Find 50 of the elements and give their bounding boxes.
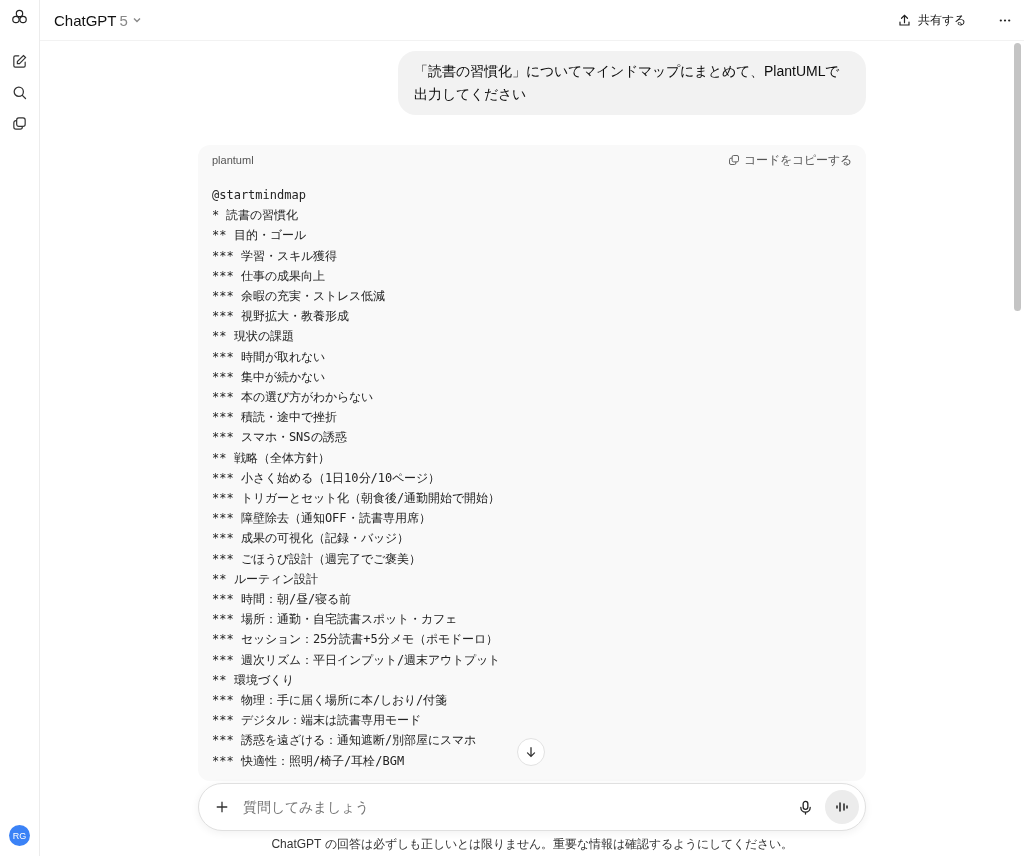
code-line: *** 視野拡大・教養形成 [212,308,349,326]
code-line: *** 障壁除去（通知OFF・読書専用席） [212,510,431,528]
code-line: *** 学習・スキル獲得 [212,247,337,265]
code-line: *** トリガーとセット化（朝食後/通勤開始で開始） [212,490,501,508]
user-message: 「読書の習慣化」についてマインドマップにまとめて、PlantUMLで出力してください [398,51,866,115]
code-line: *** 場所：通勤・自宅読書スポット・カフェ [212,611,457,629]
copy-icon[interactable] [728,154,740,166]
code-line: *** 余暇の充実・ストレス低減 [212,288,385,305]
code-line: *** スマホ・SNSの誘惑 [212,429,347,447]
share-icon[interactable] [897,12,912,28]
code-line: *** 成果の可視化（記録・バッジ） [212,530,409,548]
code-line: *** 本の選び方がわからない [212,389,373,407]
microphone-icon[interactable] [798,799,813,815]
scrollbar-thumb[interactable] [1014,43,1021,311]
code-line: *** 誘惑を遠ざける：通知遮断/別部屋にスマホ [212,732,477,750]
waveform-icon[interactable] [834,799,850,815]
user-avatar[interactable]: RG [9,825,30,846]
code-line: ** 戦略（全体方針） [212,449,330,467]
code-line: ** ルーティン設計 [212,570,318,588]
code-line: * 読書の習慣化 [212,207,299,225]
code-line: *** 物理：手に届く場所に本/しおり/付箋 [212,692,448,710]
voice-mode-button[interactable] [825,790,859,824]
model-selector[interactable]: ChatGPT 5 [54,11,143,29]
code-line: *** 積読・途中で挫折 [212,409,337,427]
code-line: ** 環境づくり [212,671,294,689]
message-input[interactable]: 質問してみましょう [241,798,786,816]
code-line: *** ごほうび設計（週完了でご褒美） [212,550,421,568]
code-language: plantuml [212,154,254,166]
code-line: *** 時間：朝/昼/寝る前 [212,591,352,609]
code-line: ** 現状の課題 [212,328,294,346]
disclaimer-text: ChatGPT の回答は必ずしも正しいとは限りません。重要な情報は確認するようにしてください。 [271,836,793,853]
code-line: *** 週次リズム：平日インプット/週末アウトプット [212,651,501,669]
share-button[interactable]: 共有する [893,7,970,33]
more-icon[interactable] [998,17,1012,23]
code-line: *** 集中が続かない [212,368,325,386]
plus-icon[interactable] [215,800,229,814]
code-line: *** 快適性：照明/椅子/耳栓/BGM [212,752,405,770]
search-icon[interactable] [11,84,28,101]
arrow-down-icon[interactable] [524,745,538,759]
code-line: *** 小さく始める（1日10分/10ページ） [212,469,441,487]
code-line: @startmindmap [212,187,306,204]
message-field[interactable]: 質問してみましょう [198,783,866,831]
library-icon[interactable] [11,115,28,132]
code-line: *** デジタル：端末は読書専用モード [212,712,421,730]
code-line: ** 目的・ゴール [212,227,306,245]
code-line: *** 時間が取れない [212,348,325,366]
new-chat-icon[interactable] [11,53,28,70]
copy-code-button[interactable]: コードをコピーする [728,151,852,169]
code-line: *** 仕事の成果向上 [212,267,325,285]
code-line: *** セッション：25分読書+5分メモ（ポモドーロ） [212,631,498,649]
